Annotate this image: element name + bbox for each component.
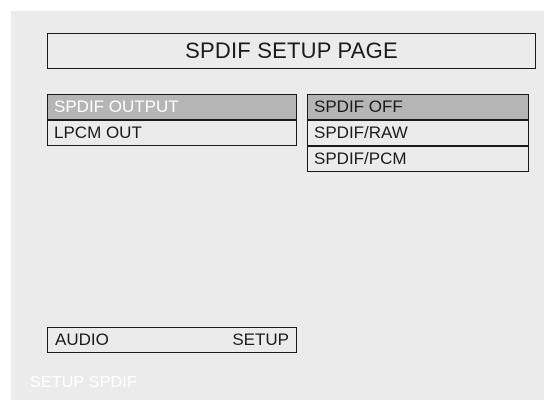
option-spdif-raw[interactable]: SPDIF/RAW <box>307 120 529 146</box>
footer-tab-setup[interactable]: SETUP <box>232 330 289 350</box>
option-spdif-pcm[interactable]: SPDIF/PCM <box>307 146 529 172</box>
footer-nav: AUDIO SETUP <box>47 327 297 353</box>
menu-item-lpcm-out[interactable]: LPCM OUT <box>47 120 297 146</box>
right-submenu: SPDIF OFF SPDIF/RAW SPDIF/PCM <box>307 94 529 172</box>
status-text: SETUP SPDIF <box>30 374 137 391</box>
page-title: SPDIF SETUP PAGE <box>47 33 536 69</box>
menu-item-spdif-output[interactable]: SPDIF OUTPUT <box>47 94 297 120</box>
osd-screen: SPDIF SETUP PAGE SPDIF OUTPUT LPCM OUT S… <box>11 11 544 400</box>
footer-tab-audio[interactable]: AUDIO <box>55 330 109 350</box>
option-spdif-off[interactable]: SPDIF OFF <box>307 94 529 120</box>
left-menu: SPDIF OUTPUT LPCM OUT <box>47 94 297 146</box>
